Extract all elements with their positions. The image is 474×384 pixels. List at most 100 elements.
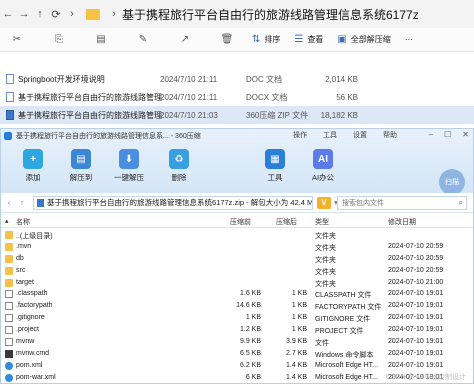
file-type: 文件夹 xyxy=(315,244,336,252)
edge-icon xyxy=(5,361,13,370)
one-click-extract-button[interactable]: ⬇ 一键解压 xyxy=(105,146,153,190)
size-before: 1.6 KB xyxy=(239,290,261,298)
sort-up-icon: ▴ xyxy=(5,218,9,225)
ai-icon: AI xyxy=(313,149,333,169)
list-item[interactable]: Springboot开发环境说明 2024/7/10 21:11 DOC 文档 … xyxy=(0,70,474,88)
modified-date: 2024-07-10 19:01 xyxy=(388,314,444,322)
table-row[interactable]: mvnw 9.9 KB 文件 2024-07-10 19:01 3.9 KB xyxy=(1,336,473,348)
scan-button[interactable]: 扫描 xyxy=(439,169,465,195)
modified-date: 2024-07-10 20:59 xyxy=(388,266,444,274)
back-icon[interactable]: ← xyxy=(0,8,16,20)
vip-badge-icon[interactable]: V xyxy=(317,196,331,209)
sort-icon: ⇅ xyxy=(252,34,261,45)
search-icon[interactable]: ⌕ xyxy=(459,198,463,208)
file-name: pom-war.xml xyxy=(16,373,56,381)
size-after: 1 KB xyxy=(291,314,307,322)
file-type: FACTORYPATH 文件 xyxy=(315,304,382,312)
cut-icon[interactable]: ✂ xyxy=(10,33,24,47)
toolbox-icon: ▦ xyxy=(265,149,285,169)
menu-item[interactable]: 操作 xyxy=(293,130,307,140)
column-original[interactable]: 压缩后 xyxy=(276,217,297,227)
share-icon[interactable]: ↗ xyxy=(178,33,192,47)
file-name: pom.xml xyxy=(16,361,43,369)
modified-date: 2024-07-10 19:01 xyxy=(388,349,444,357)
table-row[interactable]: .gitignore 1 KB GITIGNORE 文件 2024-07-10 19:… xyxy=(1,312,473,324)
list-item-selected[interactable]: 基于携程旅行平台自由行的旅游线路管理... 2024/7/10 21:03 36… xyxy=(0,106,474,124)
table-row[interactable]: target 文件夹 2024-07-10 21:00 xyxy=(1,277,473,289)
extract-all-button[interactable]: ▣ 全部解压缩 xyxy=(337,34,390,45)
table-row[interactable]: ..(上级目录) 文件夹 xyxy=(1,229,473,241)
size-after: 1.4 KB xyxy=(285,361,307,369)
close-icon[interactable]: ✕ xyxy=(462,130,469,139)
explorer-file-list: Springboot开发环境说明 2024/7/10 21:11 DOC 文档 … xyxy=(0,70,474,124)
view-icon: ☰ xyxy=(294,34,304,45)
zip-header: 基于携程旅行平台自由行的旅游线路管理信息系... - 360压缩 操作 工具 设… xyxy=(1,129,473,195)
table-row[interactable]: .factorypath 14.6 KB FACTORYPATH 文件 2024-07… xyxy=(1,300,473,312)
tools-button[interactable]: ▦ 工具 xyxy=(251,146,299,190)
table-row[interactable]: src 文件夹 2024-07-10 20:59 xyxy=(1,265,473,277)
menu-item[interactable]: 工具 xyxy=(323,130,337,140)
modified-date: 2024-07-10 19:01 xyxy=(388,338,444,346)
table-row[interactable]: .classpath 1.6 KB CLASSPATH 文件 2024-07-10 1… xyxy=(1,288,473,300)
delete-icon[interactable]: 🗑 xyxy=(220,33,234,47)
maximize-icon[interactable]: ☐ xyxy=(444,130,451,139)
menu-item[interactable]: 帮助 xyxy=(383,130,397,140)
add-button[interactable]: + 添加 xyxy=(9,146,57,190)
column-compressed[interactable]: 压缩前 xyxy=(230,217,251,227)
rename-icon[interactable]: ✎ xyxy=(136,33,150,47)
file-type: 文件夹 xyxy=(315,268,336,276)
file-name: .factorypath xyxy=(16,302,53,310)
modified-date: 2024-07-10 20:59 xyxy=(388,242,444,250)
file-type: PROJECT 文件 xyxy=(315,328,364,336)
back-icon[interactable]: ‹ xyxy=(4,198,14,207)
paste-icon[interactable]: ▤ xyxy=(94,33,108,47)
file-name: mvnw xyxy=(16,338,35,346)
delete-button[interactable]: ♻ 删除 xyxy=(155,146,203,190)
archive-search-input[interactable]: 搜索包内文件 ⌕ xyxy=(337,196,467,210)
table-row[interactable]: .project 1.2 KB PROJECT 文件 2024-07-10 19:01… xyxy=(1,324,473,336)
file-icon xyxy=(5,290,13,299)
column-name[interactable]: 名称 xyxy=(16,217,30,227)
size-after: 1.4 KB xyxy=(285,373,307,381)
folder-icon xyxy=(5,231,13,239)
file-name: .gitignore xyxy=(16,314,45,322)
size-before: 6.5 KB xyxy=(239,349,261,357)
table-header: ▴ 名称 压缩前 压缩后 类型 修改日期 xyxy=(1,214,473,228)
sort-button[interactable]: ⇅ 排序 xyxy=(252,34,280,45)
size-after: 3.9 KB xyxy=(285,338,307,346)
menu-item[interactable]: 设置 xyxy=(353,130,367,140)
file-name: db xyxy=(16,254,24,262)
document-icon xyxy=(6,74,14,84)
table-row[interactable]: .mvn 文件夹 2024-07-10 20:59 xyxy=(1,241,473,253)
file-name: .classpath xyxy=(16,290,48,298)
up-icon[interactable]: ↑ xyxy=(32,8,48,20)
refresh-icon[interactable]: ⟳ xyxy=(48,8,64,21)
table-row[interactable]: db 文件夹 2024-07-10 20:59 xyxy=(1,253,473,265)
up-icon[interactable]: ↑ xyxy=(17,198,27,207)
size-after: 1 KB xyxy=(291,290,307,298)
archive-path[interactable]: 基于携程旅行平台自由行的旅游线路管理信息系统6177z.zip - 解包大小为 … xyxy=(33,195,313,210)
file-icon xyxy=(5,314,13,323)
file-icon xyxy=(5,326,13,335)
view-button[interactable]: ☰ 查看 xyxy=(294,34,323,45)
forward-icon[interactable]: → xyxy=(16,8,32,20)
file-name: .mvn xyxy=(16,242,32,250)
table-row[interactable]: pom.xml 6.2 KB Microsoft Edge HT... 2024-07… xyxy=(1,360,473,372)
column-type[interactable]: 类型 xyxy=(315,217,329,227)
column-modified[interactable]: 修改日期 xyxy=(388,217,416,227)
ai-office-button[interactable]: AI AI办公 xyxy=(299,146,347,190)
explorer-titlebar: ← → ↑ ⟳ › › 基于携程旅行平台自由行的旅游线路管理信息系统6177z xyxy=(0,0,474,28)
recycle-icon: ♻ xyxy=(169,149,189,169)
size-before: 1 KB xyxy=(245,314,261,322)
extract-to-button[interactable]: ▤ 解压到 xyxy=(57,146,105,190)
list-item[interactable]: 基于携程旅行平台自由行的旅游线路管理... 2024/7/10 21:11 DO… xyxy=(0,88,474,106)
modified-date: 2024-07-10 19:01 xyxy=(388,326,444,334)
table-row[interactable]: mvnw.cmd 6.5 KB Windows 命令脚本 2024-07-10 19:… xyxy=(1,348,473,360)
file-name: src xyxy=(16,266,26,274)
explorer-path[interactable]: 基于携程旅行平台自由行的旅游线路管理信息系统6177z xyxy=(122,6,419,23)
archive-file-list: ..(上级目录) 文件夹 .mvn 文件夹 2024-07-10 20:59 db 文件夹 2… xyxy=(1,229,473,384)
minimize-icon[interactable]: – xyxy=(429,130,433,139)
file-type: 文件 xyxy=(315,340,329,348)
more-button[interactable]: ··· xyxy=(405,35,413,44)
copy-icon[interactable]: ⎘ xyxy=(52,33,66,47)
